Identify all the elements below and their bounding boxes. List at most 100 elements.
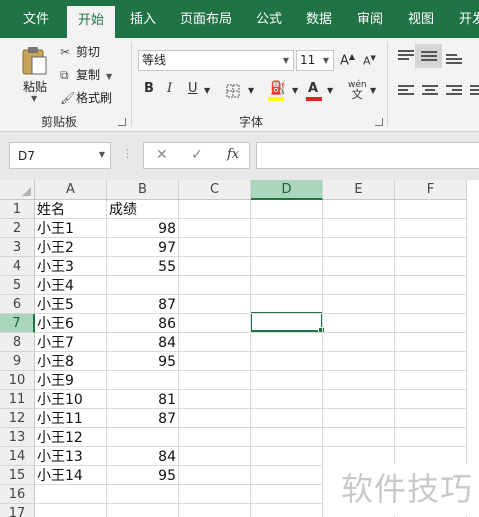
phonetic-guide-button[interactable]: wén 文 (348, 80, 367, 101)
phonetic-char-icon: 文 (351, 88, 363, 101)
increase-font-size-button[interactable]: A▲ (340, 52, 355, 68)
cell-a14[interactable]: 小王13 (37, 447, 107, 466)
cell-b1[interactable]: 成绩 (109, 200, 179, 219)
align-middle-button[interactable] (415, 44, 442, 68)
row-header[interactable]: 14 (0, 447, 35, 466)
cell-b12[interactable]: 87 (109, 409, 179, 428)
cell-a3[interactable]: 小王2 (37, 238, 107, 257)
watermark: 软件技巧 (323, 464, 479, 514)
cell-a2[interactable]: 小王1 (37, 219, 107, 238)
tab-view[interactable]: 视图 (408, 0, 434, 38)
select-all-button[interactable] (0, 180, 35, 200)
tab-formulas[interactable]: 公式 (256, 0, 282, 38)
cancel-icon[interactable]: ✕ (156, 147, 168, 163)
column-header-b[interactable]: B (107, 180, 179, 200)
font-size-select[interactable]: 11 ▼ (296, 50, 334, 71)
row-header[interactable]: 9 (0, 352, 35, 371)
font-dialog-launcher[interactable] (375, 118, 383, 126)
cell-b15[interactable]: 95 (109, 466, 179, 485)
row-header[interactable]: 7 (0, 314, 35, 333)
cell-b4[interactable]: 55 (109, 257, 179, 276)
align-right-icon[interactable] (446, 85, 462, 97)
underline-button[interactable]: U (188, 81, 198, 96)
copy-button[interactable]: ⧉ 复制 ▼ (60, 66, 112, 84)
tab-review[interactable]: 审阅 (357, 0, 383, 38)
row-header[interactable]: 10 (0, 371, 35, 390)
row-header[interactable]: 12 (0, 409, 35, 428)
cut-button[interactable]: ✂ 剪切 (60, 43, 100, 61)
cell-b2[interactable]: 98 (109, 219, 179, 238)
tab-page-layout[interactable]: 页面布局 (180, 0, 232, 38)
row-header[interactable]: 3 (0, 238, 35, 257)
decrease-font-size-button[interactable]: A▼ (363, 54, 376, 68)
formula-input[interactable] (256, 142, 479, 169)
align-left-icon[interactable] (398, 85, 414, 97)
tab-insert[interactable]: 插入 (130, 0, 156, 38)
cell-b8[interactable]: 84 (109, 333, 179, 352)
borders-button[interactable] (226, 84, 240, 102)
column-header-a[interactable]: A (35, 180, 107, 200)
cell-a6[interactable]: 小王5 (37, 295, 107, 314)
tab-home[interactable]: 开始 (67, 6, 115, 38)
chevron-down-icon[interactable]: ▼ (370, 86, 376, 95)
row-header[interactable]: 2 (0, 219, 35, 238)
align-middle-icon (421, 51, 437, 63)
column-header-e[interactable]: E (323, 180, 395, 200)
name-box[interactable]: D7 ▼ (9, 142, 111, 169)
fill-color-button[interactable]: ⛽ (270, 81, 286, 96)
cell-a7[interactable]: 小王6 (37, 314, 107, 333)
cell-b3[interactable]: 97 (109, 238, 179, 257)
insert-function-button[interactable]: fx (227, 147, 239, 162)
brush-icon: 🖌 (60, 91, 76, 105)
row-header[interactable]: 17 (0, 504, 35, 517)
row-header[interactable]: 15 (0, 466, 35, 485)
tab-file[interactable]: 文件 (23, 0, 49, 38)
cell-a10[interactable]: 小王9 (37, 371, 107, 390)
cell-a9[interactable]: 小王8 (37, 352, 107, 371)
row-header[interactable]: 4 (0, 257, 35, 276)
row-header[interactable]: 16 (0, 485, 35, 504)
spreadsheet-grid[interactable]: A B C D E F 1 姓名 成绩 2 小王1 98 3 小王2 97 4 小王3 55 5 小王4 6 小王5 87 7… (0, 180, 479, 517)
cell-a13[interactable]: 小王12 (37, 428, 107, 447)
align-bottom-icon[interactable] (446, 54, 462, 66)
row-header[interactable]: 6 (0, 295, 35, 314)
drag-handle-icon[interactable]: ⋮ (122, 147, 133, 160)
tab-developer[interactable]: 开发 (459, 0, 479, 38)
column-header-f[interactable]: F (395, 180, 467, 200)
cell-a12[interactable]: 小王11 (37, 409, 107, 428)
italic-button[interactable]: I (167, 81, 172, 96)
align-center-icon[interactable] (422, 85, 438, 97)
indent-icon[interactable] (470, 85, 479, 97)
row-header[interactable]: 1 (0, 200, 35, 219)
font-name-select[interactable]: 等线 ▼ (138, 50, 294, 71)
chevron-down-icon[interactable]: ▼ (327, 86, 333, 95)
font-color-button[interactable]: A (308, 81, 318, 96)
cell-b6[interactable]: 87 (109, 295, 179, 314)
tab-data[interactable]: 数据 (306, 0, 332, 38)
cell-a8[interactable]: 小王7 (37, 333, 107, 352)
align-top-icon[interactable] (398, 50, 414, 62)
chevron-down-icon[interactable]: ▼ (248, 86, 254, 95)
cell-b14[interactable]: 84 (109, 447, 179, 466)
column-header-c[interactable]: C (179, 180, 251, 200)
cell-b7[interactable]: 86 (109, 314, 179, 333)
cell-a4[interactable]: 小王3 (37, 257, 107, 276)
chevron-down-icon[interactable]: ▼ (204, 86, 210, 95)
row-header[interactable]: 13 (0, 428, 35, 447)
cell-b9[interactable]: 95 (109, 352, 179, 371)
format-painter-button[interactable]: 🖌格式刷 (60, 89, 112, 107)
cell-b11[interactable]: 81 (109, 390, 179, 409)
bold-button[interactable]: B (144, 81, 154, 96)
clipboard-dialog-launcher[interactable] (118, 118, 126, 126)
column-header-d[interactable]: D (251, 180, 323, 200)
row-header[interactable]: 8 (0, 333, 35, 352)
row-header[interactable]: 5 (0, 276, 35, 295)
enter-icon[interactable]: ✓ (191, 147, 203, 163)
chevron-down-icon[interactable]: ▼ (292, 86, 298, 95)
cell-a15[interactable]: 小王14 (37, 466, 107, 485)
cell-a1[interactable]: 姓名 (37, 200, 107, 219)
cell-a5[interactable]: 小王4 (37, 276, 107, 295)
row-header[interactable]: 11 (0, 390, 35, 409)
chevron-down-icon: ▼ (282, 56, 289, 65)
cell-a11[interactable]: 小王10 (37, 390, 107, 409)
